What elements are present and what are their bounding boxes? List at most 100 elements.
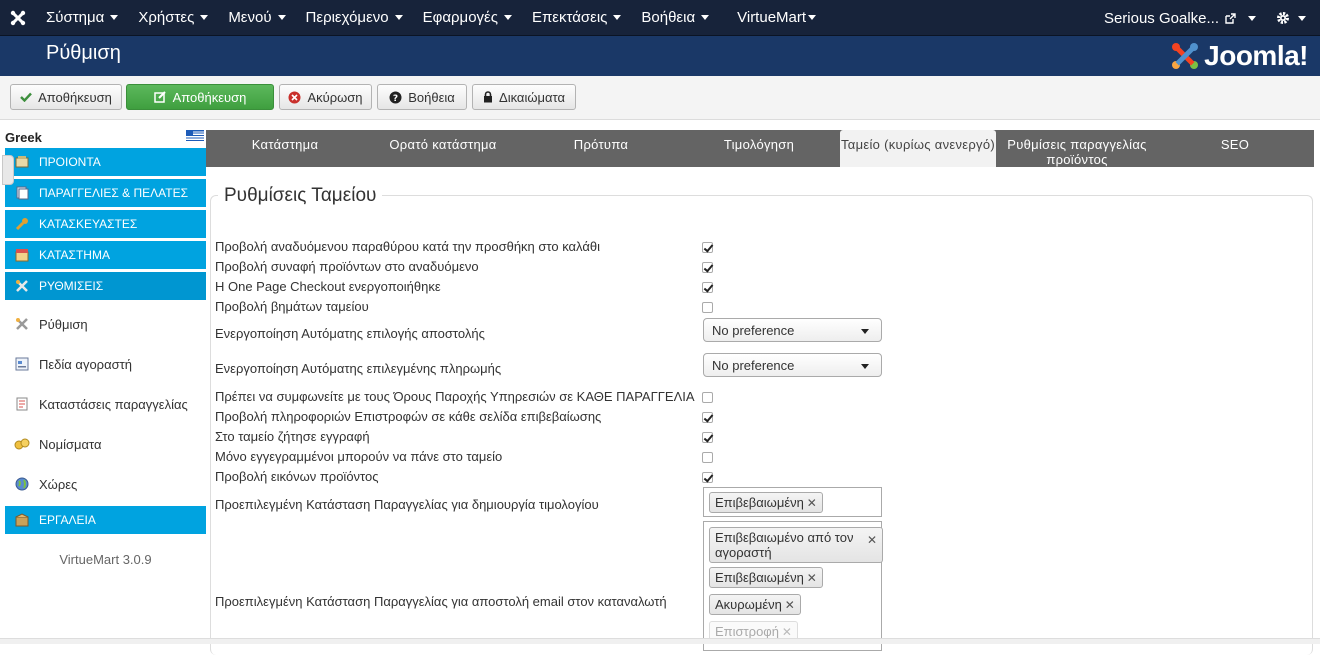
sidebar-section-orders[interactable]: ΠΑΡΑΓΓΕΛΙΕΣ & ΠΕΛΑΤΕΣ (5, 179, 206, 208)
sidebar-item-configuration[interactable]: Ρύθμιση (5, 304, 206, 344)
edit-icon (153, 91, 167, 103)
checkout-steps-checkbox[interactable] (702, 302, 713, 313)
related-in-popup-checkbox[interactable] (702, 262, 713, 273)
tab-templates[interactable]: Πρότυπα (522, 130, 680, 167)
tools-icon (5, 279, 39, 293)
caret-down-icon (277, 15, 286, 20)
close-circle-icon (288, 91, 301, 104)
setting-label: Μόνο εγγεγραμμένοι μπορούν να πάνε στο τ… (215, 449, 503, 464)
status-chip: Ακυρωμένη ✕ (709, 594, 801, 615)
tab-checkout[interactable]: Ταμείο (κυρίως ανενεργό) (840, 130, 996, 167)
email-status-multiselect[interactable]: Επιβεβαιωμένο από τον αγοραστή ✕ Επιβεβαι… (703, 521, 883, 651)
lock-icon (483, 91, 493, 103)
tab-shopfront[interactable]: Ορατό κατάστημα (364, 130, 522, 167)
sidebar-toggle-handle[interactable] (2, 155, 14, 185)
joomla-logo-icon (1172, 43, 1199, 69)
setting-label: Προεπιλεγμένη Κατάσταση Παραγγελίας για … (215, 497, 599, 512)
status-chip: Επιβεβαιωμένη ✕ (709, 567, 823, 588)
site-user-link[interactable]: Serious Goalke... (1094, 10, 1266, 27)
toolbar: Αποθήκευση Αποθήκευση Ακύρωση ? Βοήθεια … (0, 76, 1320, 120)
caret-down-icon (808, 15, 817, 20)
only-registered-checkbox[interactable] (702, 452, 713, 463)
setting-label: Προβολή συναφή προϊόντων στο αναδυόμενο (215, 259, 479, 274)
setting-label: Προβολή εικόνων προϊόντος (215, 469, 379, 484)
tab-pricing[interactable]: Τιμολόγηση (680, 130, 838, 167)
fieldset-legend: Ρυθμίσεις Ταμείου (218, 185, 383, 207)
caret-down-icon (200, 15, 209, 20)
menu-content[interactable]: Περιεχόμενο (296, 0, 413, 36)
sidebar-item-countries[interactable]: Χώρες (5, 464, 206, 504)
auto-shipment-select[interactable]: No preference (703, 318, 882, 342)
caret-down-icon (1248, 15, 1256, 21)
product-images-checkbox[interactable] (702, 472, 713, 483)
shop-icon (5, 248, 39, 262)
save-button[interactable]: Αποθήκευση (126, 84, 274, 110)
menu-virtuemart[interactable]: VirtueMart (727, 0, 826, 36)
menu-system[interactable]: Σύστημα (36, 0, 128, 36)
tab-product-order-settings[interactable]: Ρυθμίσεις παραγγελίας προϊόντος (998, 130, 1156, 167)
form-icon (5, 357, 39, 371)
chevron-down-icon (861, 364, 869, 369)
caret-down-icon (394, 15, 403, 20)
ask-registration-checkbox[interactable] (702, 432, 713, 443)
setting-label: Ενεργοποίηση Αυτόματης επιλογής αποστολή… (215, 326, 485, 341)
package-icon (5, 513, 39, 527)
setting-label: Προβολή πληροφοριών Επιστροφών σε κάθε σ… (215, 409, 602, 424)
setting-label: Πρέπει να συμφωνείτε με τους Όρους Παροχ… (215, 389, 695, 404)
caret-down-icon (503, 15, 512, 20)
svg-text:?: ? (393, 94, 398, 104)
apply-button[interactable]: Αποθήκευση (10, 84, 122, 110)
external-link-icon (1225, 12, 1236, 24)
cancel-button[interactable]: Ακύρωση (279, 84, 372, 110)
orders-icon (5, 186, 39, 200)
remove-chip-icon[interactable]: ✕ (785, 598, 795, 613)
remove-chip-icon[interactable]: ✕ (807, 496, 817, 511)
page-title: Ρύθμιση (46, 42, 121, 64)
gear-icon[interactable] (1266, 11, 1320, 25)
agree-tos-checkbox[interactable] (702, 392, 713, 403)
sidebar-item-currencies[interactable]: Νομίσματα (5, 424, 206, 464)
remove-chip-icon[interactable]: ✕ (867, 533, 877, 548)
sidebar-section-settings[interactable]: ΡΥΘΜΙΣΕΙΣ (5, 272, 206, 301)
sidebar-section-manufacturers[interactable]: ΚΑΤΑΣΚΕΥΑΣΤΕΣ (5, 210, 206, 239)
joomla-logo: Joomla! (1170, 36, 1308, 76)
caret-down-icon (613, 15, 622, 20)
menu-components[interactable]: Εφαρμογές (413, 0, 522, 36)
joomla-icon[interactable] (0, 0, 36, 36)
tab-seo[interactable]: SEO (1156, 130, 1314, 167)
caret-down-icon (110, 15, 119, 20)
caret-down-icon (1298, 15, 1306, 21)
menu-menus[interactable]: Μενού (218, 0, 295, 36)
sidebar-item-shopper-fields[interactable]: Πεδία αγοραστή (5, 344, 206, 384)
sidebar: Greek ΠΡΟΙΟΝΤΑ ΠΑΡΑΓΓΕΛΙΕΣ & ΠΕΛΑΤΕΣ ΚΑΤ… (0, 120, 206, 644)
invoice-status-multiselect[interactable]: Επιβεβαιωμένη ✕ (703, 487, 882, 517)
wrench-icon (5, 217, 39, 231)
tools-icon (5, 317, 39, 331)
one-page-checkout-checkbox[interactable] (702, 282, 713, 293)
config-tabs: Κατάστημα Ορατό κατάστημα Πρότυπα Τιμολό… (206, 130, 1314, 167)
sidebar-section-products[interactable]: ΠΡΟΙΟΝΤΑ (5, 148, 206, 177)
globe-icon (5, 477, 39, 491)
menu-extensions[interactable]: Επεκτάσεις (522, 0, 631, 36)
tab-shop[interactable]: Κατάστημα (206, 130, 364, 167)
remove-chip-icon[interactable]: ✕ (807, 571, 817, 586)
coins-icon (5, 437, 39, 451)
setting-label: Στο ταμείο ζήτησε εγγραφή (215, 429, 370, 444)
virtuemart-version: VirtueMart 3.0.9 (59, 552, 152, 567)
returns-info-checkbox[interactable] (702, 412, 713, 423)
status-chip: Επιβεβαιωμένη ✕ (709, 492, 823, 513)
help-button[interactable]: ? Βοήθεια (377, 84, 467, 110)
sidebar-section-tools[interactable]: ΕΡΓΑΛΕΙΑ (5, 506, 206, 535)
permissions-button[interactable]: Δικαιώματα (472, 84, 576, 110)
language-label: Greek (5, 130, 42, 145)
status-chip: Επιβεβαιωμένο από τον αγοραστή ✕ (709, 527, 883, 563)
menu-help[interactable]: Βοήθεια (631, 0, 719, 36)
check-icon (20, 92, 32, 102)
auto-payment-select[interactable]: No preference (703, 353, 882, 377)
sidebar-section-shop[interactable]: ΚΑΤΑΣΤΗΜΑ (5, 241, 206, 270)
document-icon (5, 397, 39, 411)
greek-flag-icon[interactable] (186, 130, 204, 141)
menu-users[interactable]: Χρήστες (128, 0, 218, 36)
popup-on-add-checkbox[interactable] (702, 242, 713, 253)
sidebar-item-order-statuses[interactable]: Καταστάσεις παραγγελίας (5, 384, 206, 424)
